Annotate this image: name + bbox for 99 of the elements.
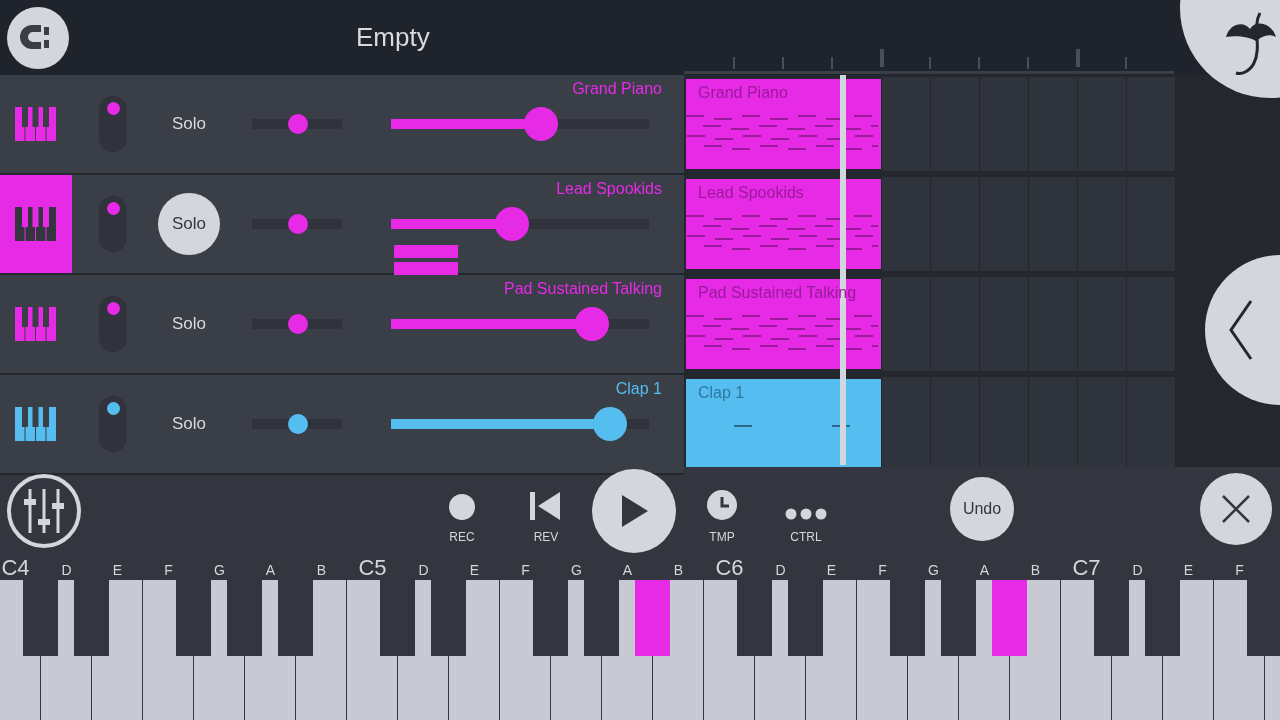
- volume-slider[interactable]: [391, 107, 649, 141]
- piano-keyboard[interactable]: [0, 580, 1280, 720]
- undo-button[interactable]: Undo: [950, 477, 1014, 541]
- solo-button[interactable]: Solo: [158, 293, 220, 355]
- clip-label: Clap 1: [698, 383, 745, 403]
- grid-cell[interactable]: [882, 177, 930, 271]
- sharp-key[interactable]: [74, 580, 109, 656]
- mute-toggle[interactable]: [99, 396, 127, 452]
- key-label: G: [928, 561, 939, 580]
- sharp-key[interactable]: [992, 580, 1027, 656]
- mute-toggle[interactable]: [99, 96, 127, 152]
- key-label: A: [622, 561, 633, 580]
- volume-knob[interactable]: [575, 307, 610, 341]
- key-label: C6: [715, 555, 744, 580]
- sharp-key[interactable]: [380, 580, 415, 656]
- volume-slider[interactable]: [391, 307, 649, 341]
- clip-label: Grand Piano: [698, 83, 788, 103]
- track-name: Pad Sustained Talking: [503, 279, 662, 299]
- track-name: Lead Spookids: [556, 179, 662, 199]
- volume-knob[interactable]: [495, 207, 530, 241]
- piano-icon: [15, 407, 57, 441]
- sharp-key[interactable]: [23, 580, 58, 656]
- key-label: D: [418, 561, 429, 580]
- volume-slider[interactable]: [391, 207, 649, 241]
- volume-knob[interactable]: [523, 107, 558, 141]
- key-label: A: [265, 561, 276, 580]
- key-label: C7: [1072, 555, 1101, 580]
- key-label: C4: [1, 555, 30, 580]
- transport-button[interactable]: TMP: [680, 476, 764, 546]
- sharp-key[interactable]: [737, 580, 772, 656]
- sharp-key[interactable]: [533, 580, 568, 656]
- key-label: E: [826, 561, 837, 580]
- pan-knob[interactable]: [287, 114, 308, 134]
- key-label: F: [521, 561, 530, 580]
- more-icon: [785, 508, 827, 520]
- pan-knob[interactable]: [287, 214, 308, 234]
- solo-button[interactable]: Solo: [158, 193, 220, 255]
- solo-button[interactable]: Solo: [158, 393, 220, 455]
- pan-knob[interactable]: [287, 414, 308, 434]
- sharp-key[interactable]: [1145, 580, 1180, 656]
- sharp-key[interactable]: [227, 580, 262, 656]
- mute-toggle[interactable]: [99, 296, 127, 352]
- grid-cell[interactable]: [882, 377, 930, 467]
- key-label: B: [316, 561, 327, 580]
- key-label: D: [61, 561, 72, 580]
- close-icon: [1221, 494, 1251, 524]
- grid-cell[interactable]: [882, 277, 930, 371]
- mute-toggle[interactable]: [99, 196, 127, 252]
- key-label: B: [1030, 561, 1041, 580]
- sharp-key[interactable]: [635, 580, 670, 656]
- clock-icon: [707, 490, 737, 520]
- pan-slider[interactable]: [252, 313, 342, 335]
- pan-slider[interactable]: [252, 113, 342, 135]
- key-label: E: [112, 561, 123, 580]
- piano-icon: [15, 307, 57, 341]
- skip-back-icon: [530, 492, 562, 520]
- app-logo-icon[interactable]: [7, 6, 69, 69]
- chevron-left-icon[interactable]: [1229, 299, 1253, 361]
- key-label: C5: [358, 555, 387, 580]
- key-label: B: [673, 561, 684, 580]
- track-name: Clap 1: [615, 379, 662, 399]
- key-label: F: [878, 561, 887, 580]
- solo-button[interactable]: Solo: [158, 93, 220, 155]
- sharp-key[interactable]: [890, 580, 925, 656]
- sharp-key[interactable]: [941, 580, 976, 656]
- key-label: A: [979, 561, 990, 580]
- sharp-key[interactable]: [431, 580, 466, 656]
- volume-slider[interactable]: [391, 407, 649, 441]
- key-label: F: [164, 561, 173, 580]
- key-label: D: [1132, 561, 1143, 580]
- transport-button[interactable]: REV: [504, 476, 588, 546]
- mixer-icon[interactable]: [6, 473, 82, 549]
- transport-button[interactable]: REC: [420, 476, 504, 546]
- key-label: D: [775, 561, 786, 580]
- key-label: E: [1183, 561, 1194, 580]
- key-label: G: [571, 561, 582, 580]
- sharp-key[interactable]: [1094, 580, 1129, 656]
- pan-knob[interactable]: [287, 314, 308, 334]
- track-name: Grand Piano: [572, 79, 662, 99]
- sharp-key[interactable]: [788, 580, 823, 656]
- sharp-key[interactable]: [278, 580, 313, 656]
- key-label: F: [1235, 561, 1244, 580]
- piano-icon: [15, 107, 57, 141]
- key-label: E: [469, 561, 480, 580]
- sharp-key[interactable]: [1247, 580, 1280, 656]
- piano-icon: [15, 207, 57, 241]
- pan-slider[interactable]: [252, 413, 342, 435]
- project-title: Empty: [356, 21, 430, 54]
- sharp-key[interactable]: [584, 580, 619, 656]
- sharp-key[interactable]: [176, 580, 211, 656]
- record-icon: [449, 494, 475, 520]
- play-icon: [620, 495, 648, 527]
- instrument-tile[interactable]: [0, 175, 72, 273]
- transport-button[interactable]: CTRL: [764, 476, 848, 546]
- volume-knob[interactable]: [593, 407, 628, 441]
- key-label: G: [214, 561, 225, 580]
- clip-label: Lead Spookids: [698, 183, 804, 203]
- pan-slider[interactable]: [252, 213, 342, 235]
- grid-cell[interactable]: [882, 77, 930, 171]
